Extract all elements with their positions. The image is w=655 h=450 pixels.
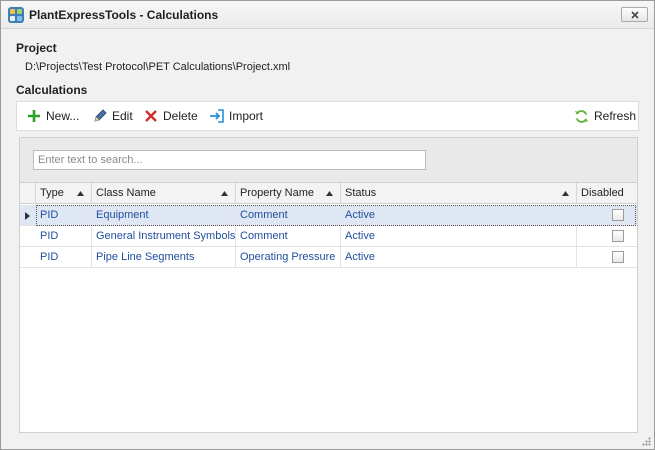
- cell-type[interactable]: PID: [36, 226, 92, 247]
- cell-type[interactable]: PID: [36, 205, 92, 226]
- calculations-heading: Calculations: [16, 83, 88, 97]
- disabled-checkbox[interactable]: [612, 209, 624, 221]
- project-path: D:\Projects\Test Protocol\PET Calculatio…: [25, 61, 291, 73]
- cell-disabled: [577, 247, 637, 268]
- sort-ascending-icon: [77, 191, 84, 196]
- cell-class-name[interactable]: General Instrument Symbols: [92, 226, 236, 247]
- cell-status[interactable]: Active: [341, 247, 577, 268]
- sort-ascending-icon: [562, 191, 569, 196]
- sort-ascending-icon: [221, 191, 228, 196]
- delete-icon: [145, 110, 157, 122]
- cell-status[interactable]: Active: [341, 226, 577, 247]
- disabled-checkbox[interactable]: [612, 251, 624, 263]
- grid-header: Type Class Name Property Name Status Dis…: [20, 183, 637, 204]
- calculations-grid-panel: Type Class Name Property Name Status Dis…: [19, 137, 638, 433]
- row-indicator: [20, 205, 36, 226]
- row-indicator: [20, 247, 36, 268]
- disabled-checkbox[interactable]: [612, 230, 624, 242]
- refresh-button[interactable]: Refresh: [574, 102, 636, 130]
- cell-class-name[interactable]: Pipe Line Segments: [92, 247, 236, 268]
- resize-grip-icon[interactable]: [641, 436, 651, 446]
- search-input[interactable]: [33, 150, 426, 170]
- plus-icon: [28, 110, 40, 122]
- column-header-label: Property Name: [240, 187, 314, 199]
- title-bar: PlantExpressTools - Calculations: [1, 1, 654, 29]
- cell-disabled: [577, 226, 637, 247]
- column-header-label: Status: [345, 187, 377, 199]
- delete-button[interactable]: Delete: [144, 102, 198, 130]
- import-icon: [210, 109, 224, 123]
- toolbar: New... Edit Delete Import Refresh: [16, 101, 639, 131]
- column-header-type[interactable]: Type: [36, 183, 92, 204]
- delete-button-label: Delete: [163, 109, 198, 123]
- cell-disabled: [577, 205, 637, 226]
- column-header-class-name[interactable]: Class Name: [92, 183, 236, 204]
- calculations-grid: Type Class Name Property Name Status Dis…: [20, 182, 637, 432]
- cell-class-name[interactable]: Equipment: [92, 205, 236, 226]
- cell-type[interactable]: PID: [36, 247, 92, 268]
- column-header-label: Class Name: [96, 187, 156, 199]
- column-header-status[interactable]: Status: [341, 183, 577, 204]
- sort-ascending-icon: [326, 191, 333, 196]
- row-indicator-header: [20, 183, 36, 204]
- table-row[interactable]: PID Equipment Comment Active: [20, 205, 637, 226]
- import-button[interactable]: Import: [209, 102, 263, 130]
- refresh-button-label: Refresh: [594, 109, 637, 123]
- new-button-label: New...: [46, 109, 80, 123]
- calculations-window: PlantExpressTools - Calculations Project…: [0, 0, 655, 450]
- edit-button-label: Edit: [112, 109, 133, 123]
- close-button[interactable]: [621, 7, 648, 22]
- column-header-label: Type: [40, 187, 64, 199]
- column-header-label: Disabled: [581, 187, 624, 199]
- current-row-icon: [25, 212, 30, 220]
- cell-property-name[interactable]: Comment: [236, 226, 341, 247]
- cell-property-name[interactable]: Comment: [236, 205, 341, 226]
- refresh-icon: [574, 109, 589, 123]
- close-icon: [631, 11, 639, 19]
- column-header-disabled[interactable]: Disabled: [577, 183, 637, 204]
- cell-status[interactable]: Active: [341, 205, 577, 226]
- edit-button[interactable]: Edit: [93, 102, 133, 130]
- window-title: PlantExpressTools - Calculations: [29, 8, 219, 22]
- table-row[interactable]: PID General Instrument Symbols Comment A…: [20, 226, 637, 247]
- pencil-icon: [94, 109, 107, 122]
- project-heading: Project: [16, 41, 57, 55]
- new-button[interactable]: New...: [27, 102, 79, 130]
- row-indicator: [20, 226, 36, 247]
- table-row[interactable]: PID Pipe Line Segments Operating Pressur…: [20, 247, 637, 268]
- column-header-property-name[interactable]: Property Name: [236, 183, 341, 204]
- cell-property-name[interactable]: Operating Pressure: [236, 247, 341, 268]
- app-icon: [8, 7, 24, 23]
- import-button-label: Import: [229, 109, 264, 123]
